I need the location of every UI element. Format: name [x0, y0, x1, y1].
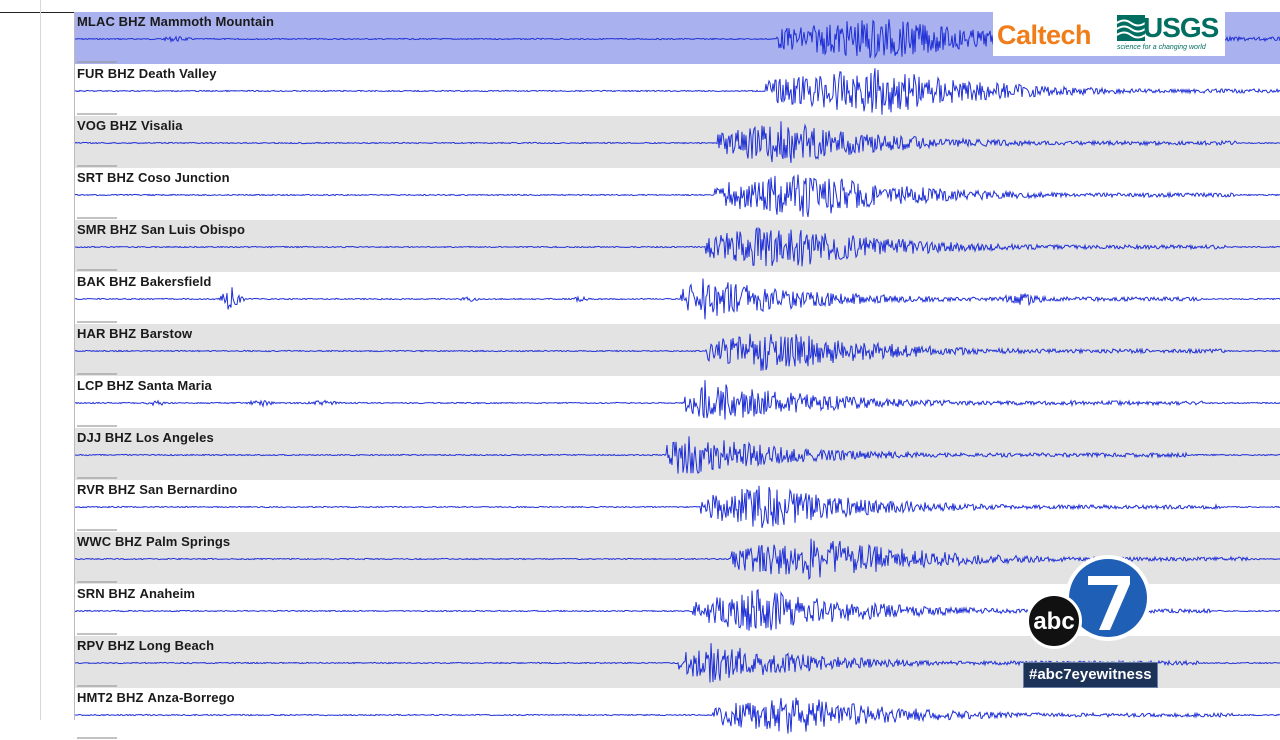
scale-note — [77, 529, 117, 531]
waveform-line — [75, 697, 1280, 734]
station-label: RVR BHZ San Bernardino — [77, 482, 237, 497]
scale-note — [77, 477, 117, 479]
station-code: HMT2 BHZ — [77, 690, 144, 705]
seismic-trace — [75, 697, 1280, 734]
logo-box: Caltech USGS science for a changing worl… — [993, 12, 1225, 56]
waveform-line — [75, 436, 1280, 474]
station-name: San Luis Obispo — [140, 222, 245, 237]
station-label: LCP BHZ Santa Maria — [77, 378, 212, 393]
station-label: VOG BHZ Visalia — [77, 118, 183, 133]
scale-note — [77, 165, 117, 167]
station-name: Anaheim — [139, 586, 196, 601]
seismic-trace — [75, 226, 1280, 267]
scale-note — [77, 373, 117, 375]
station-track: HMT2 BHZ Anza-Borrego — [75, 688, 1280, 740]
station-label: HMT2 BHZ Anza-Borrego — [77, 690, 235, 705]
station-code: SMR BHZ — [77, 222, 137, 237]
station-label: FUR BHZ Death Valley — [77, 66, 217, 81]
station-track: VOG BHZ Visalia — [75, 116, 1280, 168]
station-label: SMR BHZ San Luis Obispo — [77, 222, 245, 237]
scale-note — [77, 685, 117, 687]
station-label: DJJ BHZ Los Angeles — [77, 430, 214, 445]
station-name: Los Angeles — [135, 430, 214, 445]
scale-note — [77, 217, 117, 219]
abc-logo-text: abc — [1033, 608, 1074, 635]
station-name: Long Beach — [138, 638, 215, 653]
waveform-line — [75, 333, 1280, 371]
usgs-logo-mark-icon — [1117, 15, 1145, 41]
station-label: RPV BHZ Long Beach — [77, 638, 214, 653]
station-track: DJJ BHZ Los Angeles — [75, 428, 1280, 480]
scale-note — [77, 269, 117, 271]
station-code: SRT BHZ — [77, 170, 135, 185]
station-name: Mammoth Mountain — [149, 14, 275, 29]
station-code: MLAC BHZ — [77, 14, 146, 29]
station-name: Bakersfield — [140, 274, 212, 289]
station-label: WWC BHZ Palm Springs — [77, 534, 230, 549]
seismic-trace — [75, 174, 1280, 217]
scale-note — [77, 737, 117, 739]
seismic-trace — [75, 278, 1280, 320]
seismic-trace — [75, 121, 1280, 163]
station-track: BAK BHZ Bakersfield — [75, 272, 1280, 324]
station-code: RVR BHZ — [77, 482, 136, 497]
station-name: Barstow — [140, 326, 193, 341]
station-name: Visalia — [140, 118, 183, 133]
station-name: Santa Maria — [137, 378, 212, 393]
station-label: MLAC BHZ Mammoth Mountain — [77, 14, 274, 29]
station-code: RPV BHZ — [77, 638, 135, 653]
station-code: LCP BHZ — [77, 378, 134, 393]
station-label: SRN BHZ Anaheim — [77, 586, 195, 601]
caltech-logo: Caltech — [997, 20, 1092, 50]
station-code: VOG BHZ — [77, 118, 137, 133]
station-label: BAK BHZ Bakersfield — [77, 274, 211, 289]
waveform-line — [75, 278, 1280, 320]
waveform-line — [75, 174, 1280, 217]
station-track: SMR BHZ San Luis Obispo — [75, 220, 1280, 272]
station-track: FUR BHZ Death Valley — [75, 64, 1280, 116]
station-label: SRT BHZ Coso Junction — [77, 170, 230, 185]
scale-note — [77, 113, 117, 115]
hashtag-badge: #abc7eyewitness — [1023, 662, 1158, 688]
seismic-trace — [75, 436, 1280, 474]
station-code: WWC BHZ — [77, 534, 142, 549]
station-track: HAR BHZ Barstow — [75, 324, 1280, 376]
waveform-line — [75, 485, 1280, 529]
scale-note — [77, 321, 117, 323]
waveform-line — [75, 226, 1280, 267]
station-code: DJJ BHZ — [77, 430, 132, 445]
station-track: LCP BHZ Santa Maria — [75, 376, 1280, 428]
usgs-tagline: science for a changing world — [1117, 44, 1206, 51]
station-name: San Bernardino — [139, 482, 238, 497]
waveform-line — [75, 380, 1280, 420]
station-name: Anza-Borrego — [147, 690, 235, 705]
scale-note — [77, 633, 117, 635]
scale-note — [77, 61, 117, 63]
seismic-trace — [75, 380, 1280, 420]
station-code: FUR BHZ — [77, 66, 135, 81]
station-name: Coso Junction — [138, 170, 230, 185]
seismic-trace — [75, 485, 1280, 529]
station-code: SRN BHZ — [77, 586, 136, 601]
seismic-trace — [75, 68, 1280, 115]
scale-note — [77, 581, 117, 583]
waveform-line — [75, 121, 1280, 163]
station-name: Death Valley — [138, 66, 217, 81]
station-track: SRT BHZ Coso Junction — [75, 168, 1280, 220]
station-code: HAR BHZ — [77, 326, 137, 341]
usgs-logo-text: USGS — [1143, 12, 1219, 43]
station-label: HAR BHZ Barstow — [77, 326, 192, 341]
station-track: RVR BHZ San Bernardino — [75, 480, 1280, 532]
station-name: Palm Springs — [145, 534, 231, 549]
waveform-line — [75, 68, 1280, 115]
seismic-trace — [75, 333, 1280, 371]
scale-note — [77, 425, 117, 427]
station-code: BAK BHZ — [77, 274, 137, 289]
left-frame-line — [40, 0, 41, 720]
abc7-logo-icon: abc — [1026, 555, 1150, 649]
